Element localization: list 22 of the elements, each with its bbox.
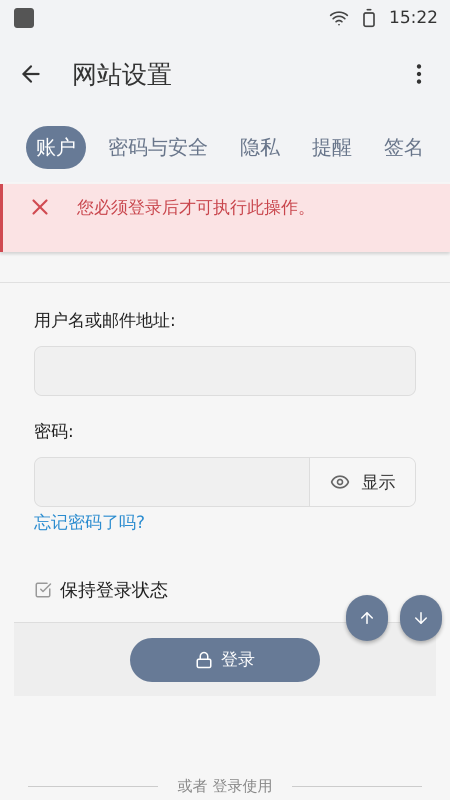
checkbox-label: 保持登录状态 [60, 579, 168, 602]
show-password-button[interactable]: 显示 [309, 458, 415, 506]
error-message: 您必须登录后才可执行此操作。 [77, 197, 315, 219]
page-title: 网站设置 [72, 58, 173, 90]
forgot-password-link[interactable]: 忘记密码了吗? [34, 511, 416, 534]
lock-icon [195, 650, 213, 668]
scroll-up-button[interactable] [346, 595, 388, 641]
scroll-down-button[interactable] [400, 595, 442, 641]
username-field[interactable] [34, 346, 416, 396]
tab[interactable]: 隐私 [230, 126, 290, 168]
field-label: 密码: [34, 421, 75, 443]
field-label: 用户名或邮件地址: [34, 310, 177, 332]
arrow-down-icon [412, 609, 430, 627]
tab[interactable]: 密码与安全 [98, 126, 218, 168]
divider-text: 或者 登录使用 [178, 777, 272, 796]
tab[interactable]: 账户 [26, 126, 86, 168]
tab[interactable]: 签名 [374, 126, 434, 168]
login-button[interactable]: 登录 [130, 638, 320, 682]
status-time: 15:22 [389, 8, 438, 28]
tab[interactable]: 提醒 [302, 126, 362, 168]
checkbox[interactable] [34, 581, 52, 599]
password-field[interactable]: 显示 [34, 457, 416, 507]
